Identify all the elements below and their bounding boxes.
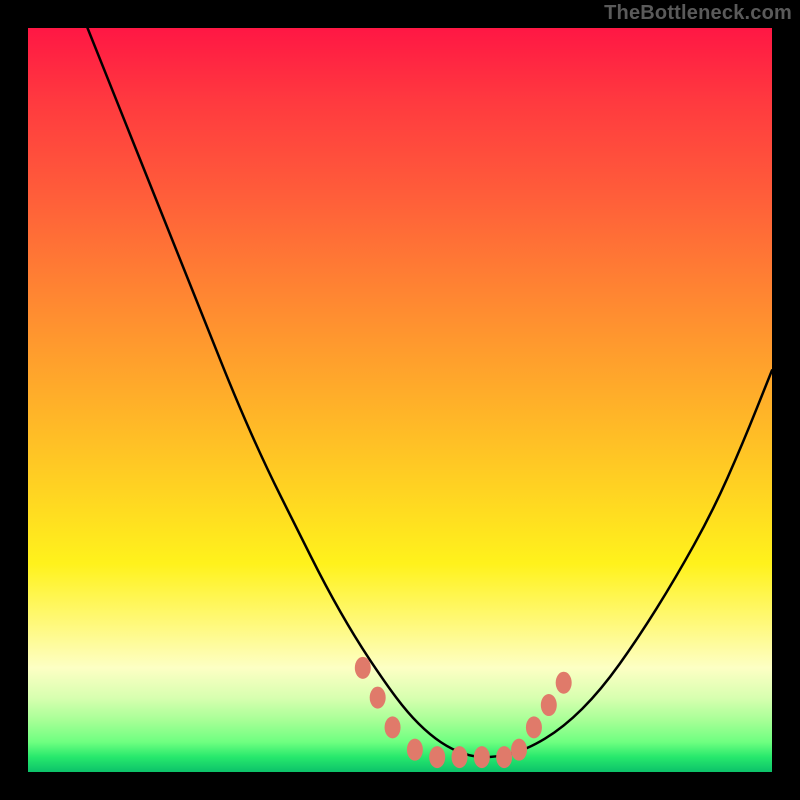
- marker-dot: [407, 739, 423, 761]
- marker-dot: [526, 716, 542, 738]
- bottleneck-curve: [88, 28, 772, 757]
- marker-dot: [429, 746, 445, 768]
- plot-area: [28, 28, 772, 772]
- marker-dot: [452, 746, 468, 768]
- marker-dot: [385, 716, 401, 738]
- marker-dot: [496, 746, 512, 768]
- curve-layer: [28, 28, 772, 772]
- marker-dot: [541, 694, 557, 716]
- marker-dot: [474, 746, 490, 768]
- marker-dot: [556, 672, 572, 694]
- marker-cluster: [355, 657, 572, 768]
- watermark-text: TheBottleneck.com: [604, 2, 792, 25]
- marker-dot: [511, 739, 527, 761]
- marker-dot: [355, 657, 371, 679]
- marker-dot: [370, 687, 386, 709]
- chart-frame: TheBottleneck.com: [0, 0, 800, 800]
